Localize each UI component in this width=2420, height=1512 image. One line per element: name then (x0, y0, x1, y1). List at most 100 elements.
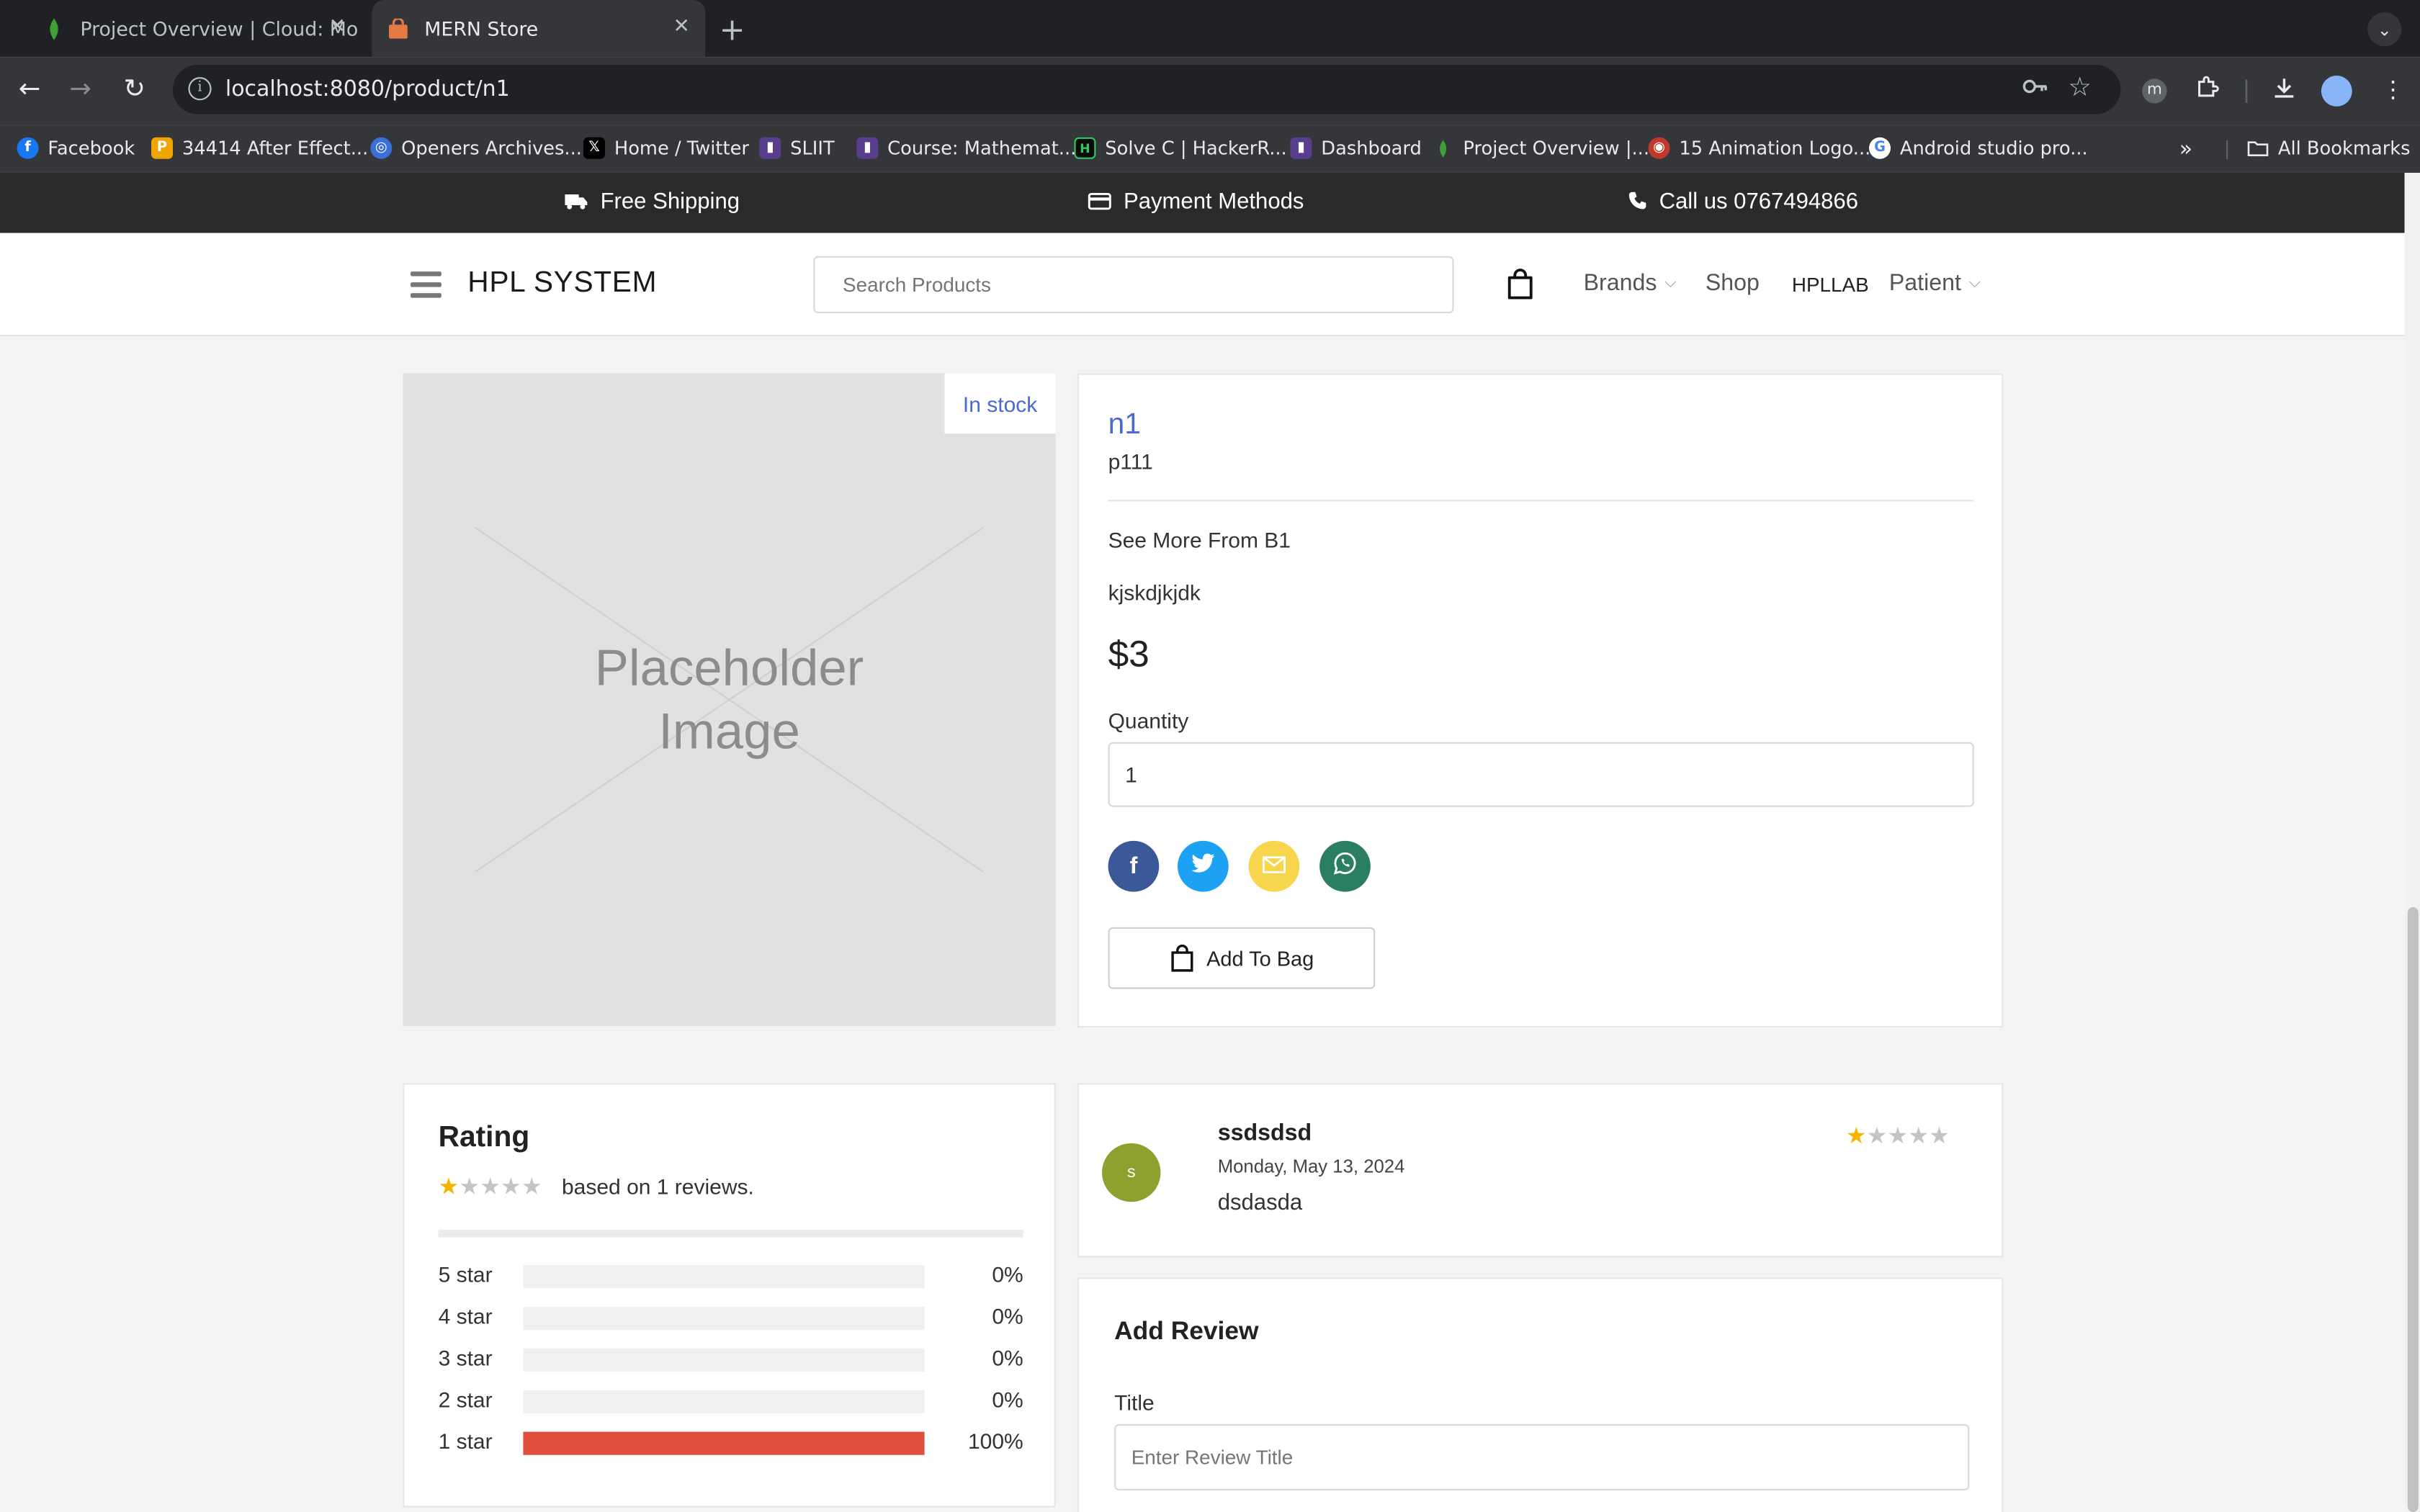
share-email-button[interactable] (1248, 840, 1300, 892)
bookmark-sliit[interactable]: ▮ SLIIT (759, 137, 835, 159)
chevron-down-icon: ⌵ (1664, 274, 1677, 292)
bookmark-hackerrank[interactable]: H Solve C | HackerR... (1074, 137, 1287, 159)
tab-title: Project Overview | Cloud: Mo (80, 17, 359, 40)
review-title-input[interactable] (1131, 1445, 1953, 1469)
brand-logo[interactable]: HPL SYSTEM (467, 267, 657, 301)
add-to-bag-button[interactable]: Add To Bag (1108, 927, 1376, 989)
star-level-label: 4 star (438, 1303, 493, 1328)
shopping-bag-icon[interactable] (1506, 269, 1534, 305)
rating-percent: 0% (992, 1303, 1023, 1328)
bookmark-facebook[interactable]: f Facebook (17, 137, 135, 159)
payment-methods: Payment Methods (1088, 190, 1304, 215)
rating-progress-bar (523, 1307, 925, 1331)
call-us-label: Call us 0767494866 (1659, 189, 1858, 215)
rating-divider (438, 1229, 1023, 1238)
in-stock-badge: In stock (944, 373, 1056, 434)
all-bookmarks[interactable]: All Bookmarks (2247, 138, 2411, 159)
search-products-field[interactable] (813, 256, 1454, 313)
rating-progress-bar (523, 1348, 925, 1372)
bookmark-android-studio[interactable]: G Android studio pro... (1869, 137, 2088, 159)
bookmark-label: SLIIT (790, 137, 835, 159)
star-empty-icon: ★ (480, 1174, 501, 1201)
more-bookmarks-chevron-icon[interactable]: » (2179, 138, 2192, 162)
rating-percent: 0% (992, 1387, 1023, 1412)
product-price: $3 (1108, 634, 1150, 676)
download-icon[interactable] (2272, 76, 2296, 107)
bookmark-dashboard[interactable]: ▮ Dashboard (1290, 137, 1422, 159)
quantity-label: Quantity (1108, 708, 1189, 733)
bookmark-label: 34414 After Effect... (182, 137, 369, 159)
profile-avatar[interactable] (2321, 76, 2352, 107)
tab-title: MERN Store (424, 17, 539, 40)
review-title-label: Title (1114, 1390, 1155, 1415)
review-item: s ssdsdsd Monday, May 13, 2024 dsdasda ★… (1077, 1083, 2004, 1258)
bookmark-label: Project Overview |... (1463, 137, 1650, 159)
bookmark-course[interactable]: ▮ Course: Mathemat... (856, 137, 1076, 159)
nav-patient-dropdown[interactable]: Patient ⌵ (1889, 270, 1981, 296)
divider (1108, 500, 1974, 502)
nav-hpllab-label: HPLLAB (1791, 273, 1869, 297)
star-empty-icon: ★ (1929, 1123, 1950, 1150)
rating-progress-fill (523, 1431, 925, 1455)
tab-search-chevron-icon[interactable]: ⌄ (2367, 12, 2402, 47)
rating-percent: 0% (992, 1345, 1023, 1370)
p-icon: P (151, 137, 173, 159)
tab-mern-store[interactable]: MERN Store ✕ (372, 0, 706, 58)
bookmark-twitter[interactable]: 𝕏 Home / Twitter (583, 137, 749, 159)
nav-patient-label: Patient (1888, 270, 1961, 297)
site-info-icon[interactable]: i (188, 77, 212, 101)
share-whatsapp-button[interactable] (1319, 840, 1371, 892)
back-icon[interactable]: ← (19, 74, 41, 105)
menu-kebab-icon[interactable]: ⋮ (2381, 76, 2404, 104)
bag-icon (1170, 944, 1193, 972)
rating-progress-bar (523, 1265, 925, 1289)
rating-percent: 100% (967, 1428, 1023, 1454)
product-description: kjskdjkjdk (1108, 580, 1201, 605)
scrollbar-thumb[interactable] (2407, 907, 2419, 1512)
rating-breakdown-row: 2 star 0% (439, 1385, 1023, 1416)
product-image-placeholder: Placeholder Image (403, 373, 1056, 1026)
close-tab-icon[interactable]: ✕ (329, 15, 346, 38)
sliit-icon: ▮ (759, 137, 781, 159)
nav-brands-label: Brands (1583, 270, 1657, 297)
all-bookmarks-label: All Bookmarks (2277, 137, 2411, 159)
placeholder-text: Placeholder Image (594, 639, 864, 760)
bookmark-star-icon[interactable]: ☆ (2068, 73, 2092, 104)
mongodb-icon (1433, 138, 1454, 159)
extension-m-icon[interactable]: m (2142, 78, 2167, 104)
bookmark-label: Dashboard (1321, 137, 1422, 159)
mongodb-leaf-icon (43, 17, 65, 40)
site-header: HPL SYSTEM Brands ⌵ Shop HPLLAB Patient … (0, 233, 2405, 337)
dashboard-icon: ▮ (1290, 137, 1312, 159)
star-level-label: 3 star (438, 1345, 493, 1370)
share-facebook-button[interactable]: f (1108, 840, 1160, 892)
quantity-input[interactable]: 1 (1108, 742, 1974, 807)
password-key-icon[interactable] (2022, 76, 2050, 104)
new-tab-icon[interactable]: + (720, 11, 745, 48)
forward-icon[interactable]: → (69, 74, 91, 105)
address-bar[interactable]: i localhost:8080/product/n1 ☆ (173, 65, 2121, 114)
review-title-field[interactable] (1114, 1423, 1970, 1490)
bookmark-label: Facebook (48, 137, 135, 159)
average-star-rating: ★ ★ ★ ★ ★ (439, 1176, 542, 1199)
tab-project-overview[interactable]: Project Overview | Cloud: Mo ✕ (34, 0, 361, 57)
reload-icon[interactable]: ↻ (123, 74, 145, 105)
rating-percent: 0% (992, 1261, 1023, 1287)
bookmark-after-effects[interactable]: P 34414 After Effect... (151, 137, 369, 159)
x-icon: 𝕏 (583, 137, 605, 159)
bookmark-animation-logo[interactable]: ◉ 15 Animation Logo... (1648, 137, 1871, 159)
share-twitter-button[interactable] (1178, 840, 1229, 892)
nav-brands-dropdown[interactable]: Brands ⌵ (1584, 270, 1677, 296)
close-tab-icon[interactable]: ✕ (673, 15, 689, 38)
bookmark-openers[interactable]: ◎ Openers Archives... (370, 137, 582, 159)
see-more-brand-link[interactable]: See More From B1 (1108, 528, 1291, 552)
reviewer-name: ssdsdsd (1217, 1120, 1312, 1147)
hamburger-menu-icon[interactable] (411, 271, 442, 304)
search-input[interactable] (843, 273, 1425, 297)
nav-hpllab[interactable]: HPLLAB (1792, 273, 1869, 296)
page-viewport: Free Shipping Payment Methods Call us 07… (0, 173, 2405, 1512)
bookmark-label: 15 Animation Logo... (1679, 137, 1871, 159)
bookmark-project-overview[interactable]: Project Overview |... (1433, 138, 1649, 159)
nav-shop[interactable]: Shop (1706, 270, 1760, 296)
extensions-puzzle-icon[interactable] (2195, 76, 2219, 107)
